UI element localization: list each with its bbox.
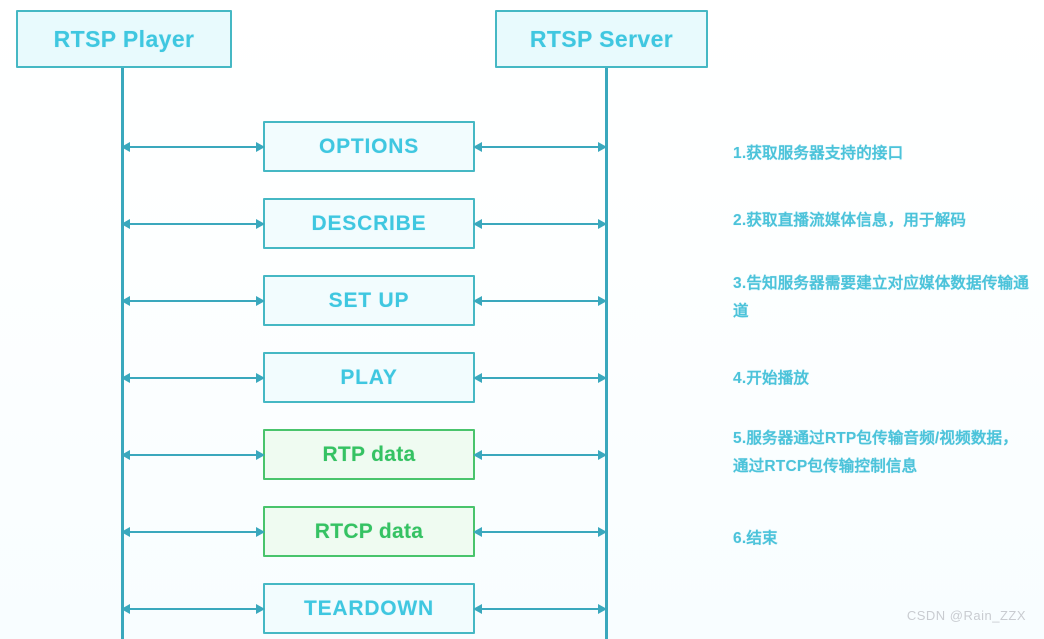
message-box-play: PLAY <box>263 352 475 403</box>
note-5: 5.服务器通过RTP包传输音频/视频数据，通过RTCP包传输控制信息 <box>733 430 1018 475</box>
note-1: 1.获取服务器支持的接口 <box>733 145 904 162</box>
actor-label-rtsp-server: RTSP Server <box>529 25 674 52</box>
actor-label-rtsp-player: RTSP Player <box>53 25 195 52</box>
lifeline-rtsp-player <box>121 68 124 639</box>
message-label-play: PLAY <box>340 365 398 389</box>
arrow-rtcp-left <box>121 524 265 540</box>
note-3: 3.告知服务器需要建立对应媒体数据传输通道 <box>733 275 1029 320</box>
message-label-options: OPTIONS <box>318 134 420 158</box>
message-box-options: OPTIONS <box>263 121 475 172</box>
lifeline-rtsp-server <box>605 68 608 639</box>
actor-box-rtsp-server: RTSP Server <box>495 10 708 68</box>
rtsp-sequence-diagram: RTSP Player RTSP Server OPTIONS DESCRIBE… <box>0 0 1044 639</box>
message-label-teardown: TEARDOWN <box>303 596 435 620</box>
note-2: 2.获取直播流媒体信息，用于解码 <box>733 212 967 229</box>
watermark-csdn: CSDN @Rain_ZZX <box>906 608 1026 623</box>
message-box-setup: SET UP <box>263 275 475 326</box>
arrow-play-left <box>121 370 265 386</box>
note-4: 4.开始播放 <box>733 370 810 387</box>
message-box-rtcp-data: RTCP data <box>263 506 475 557</box>
arrow-rtcp-right <box>473 524 607 540</box>
arrow-setup-right <box>473 293 607 309</box>
message-box-rtp-data: RTP data <box>263 429 475 480</box>
message-label-rtp-data: RTP data <box>322 442 416 466</box>
note-6: 6.结束 <box>733 530 778 547</box>
arrow-options-right <box>473 139 607 155</box>
actor-box-rtsp-player: RTSP Player <box>16 10 232 68</box>
arrow-rtp-left <box>121 447 265 463</box>
arrow-teardown-right <box>473 601 607 617</box>
arrow-rtp-right <box>473 447 607 463</box>
arrow-options-left <box>121 139 265 155</box>
message-label-describe: DESCRIBE <box>311 211 427 235</box>
arrow-play-right <box>473 370 607 386</box>
message-box-teardown: TEARDOWN <box>263 583 475 634</box>
arrow-describe-left <box>121 216 265 232</box>
message-label-setup: SET UP <box>328 288 410 312</box>
message-label-rtcp-data: RTCP data <box>314 519 424 543</box>
arrow-describe-right <box>473 216 607 232</box>
arrow-teardown-left <box>121 601 265 617</box>
arrow-setup-left <box>121 293 265 309</box>
message-box-describe: DESCRIBE <box>263 198 475 249</box>
